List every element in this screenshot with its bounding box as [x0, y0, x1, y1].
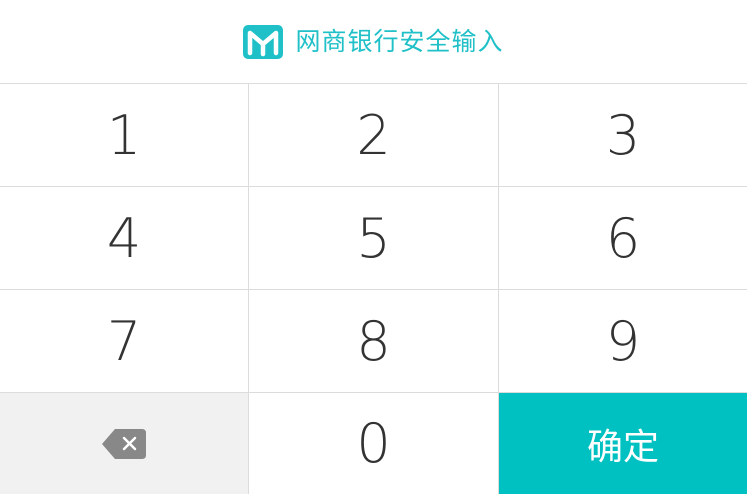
confirm-button[interactable]: 确定 — [499, 393, 747, 494]
secure-keyboard: 网商银行安全输入 1 2 3 4 5 6 7 8 9 0 确定 — [0, 0, 747, 494]
key-4[interactable]: 4 — [0, 187, 249, 290]
key-9[interactable]: 9 — [499, 290, 747, 393]
key-0[interactable]: 0 — [249, 393, 499, 494]
key-5[interactable]: 5 — [249, 187, 499, 290]
key-8[interactable]: 8 — [249, 290, 499, 393]
key-3[interactable]: 3 — [499, 84, 747, 187]
brand: 网商银行安全输入 — [243, 24, 504, 59]
key-6[interactable]: 6 — [499, 187, 747, 290]
key-7[interactable]: 7 — [0, 290, 249, 393]
key-2[interactable]: 2 — [249, 84, 499, 187]
keyboard-title: 网商银行安全输入 — [295, 27, 504, 56]
keyboard-header: 网商银行安全输入 — [0, 0, 747, 84]
backspace-icon — [102, 428, 146, 459]
key-1[interactable]: 1 — [0, 84, 249, 187]
mybank-logo-icon — [243, 24, 284, 59]
numeric-keypad: 1 2 3 4 5 6 7 8 9 0 确定 — [0, 84, 747, 494]
delete-button[interactable] — [0, 393, 249, 494]
